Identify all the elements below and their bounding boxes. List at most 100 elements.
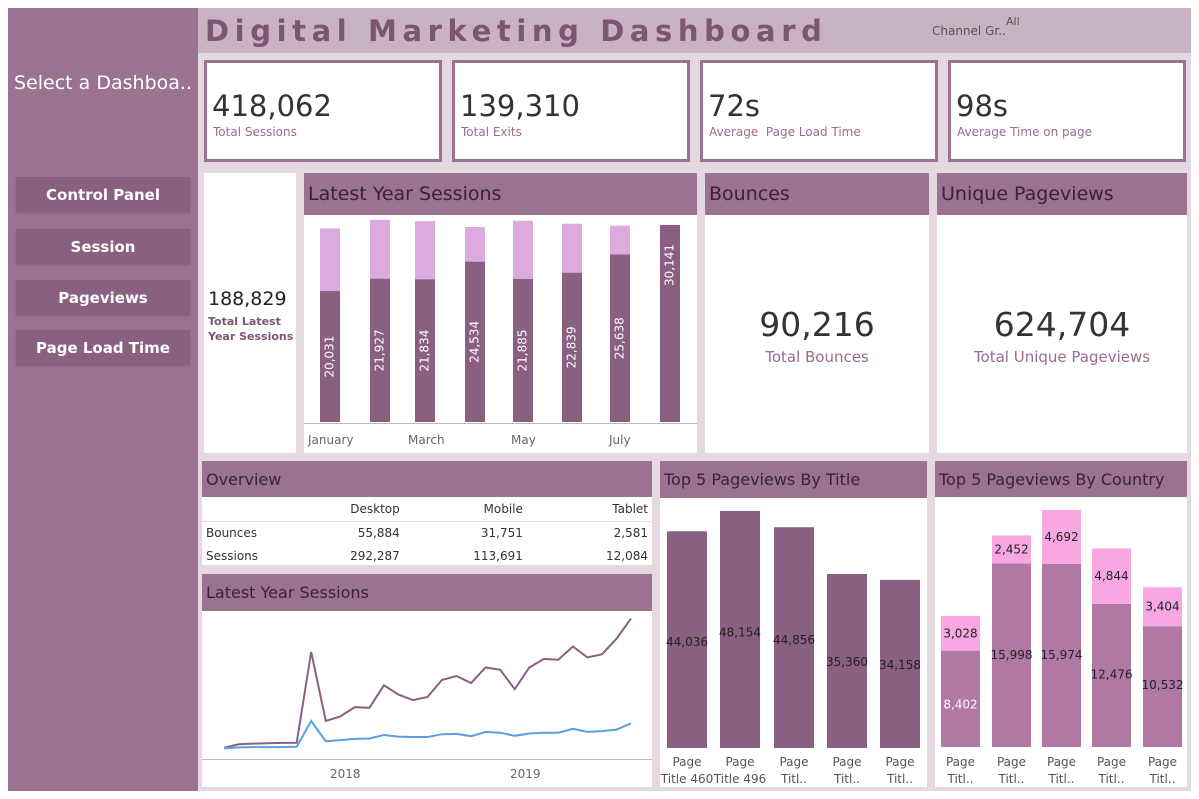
top-title-chart: 44,036 Page Title 460 48,154 Page Title 496 44…	[660, 511, 921, 786]
bar-segment-light	[513, 220, 533, 279]
column-header-mobile: Mobile	[483, 502, 523, 517]
cell: 12,084	[606, 548, 648, 563]
bar-data-label: 20,031	[323, 336, 337, 378]
unique-pageviews-label: Total Unique Pageviews	[973, 348, 1151, 366]
x-tick-label: Page	[946, 755, 975, 769]
top-country-panel-title: Top 5 Pageviews By Country	[935, 461, 1187, 497]
bar-data-label: 30,141	[663, 244, 677, 286]
bar-data-label: 21,834	[418, 330, 432, 372]
x-tick-label: Titl..	[780, 772, 807, 786]
bar-segment-light	[320, 228, 340, 292]
overview-table: Desktop Mobile Tablet Bounces 55,884 31,…	[202, 498, 652, 567]
x-tick-2018: 2018	[330, 767, 361, 781]
bar-segment-light	[370, 219, 390, 279]
column-header	[202, 498, 285, 521]
bar-data-label: 48,154	[719, 626, 761, 640]
bar-data-label: 3,028	[943, 626, 977, 640]
bar-data-label: 3,404	[1145, 600, 1179, 614]
kpi-total-exits: 139,310 Total Exits	[452, 60, 690, 162]
bar-data-label: 12,476	[1091, 667, 1133, 681]
bar-data-label: 22,839	[565, 326, 579, 368]
bar-data-label: 24,534	[468, 321, 482, 363]
top-country-chart: 8,402 3,028 Page Titl.. 15,998 2,452 Page Titl.…	[941, 510, 1184, 786]
axis-divider	[304, 423, 697, 424]
bar-data-label: 10,532	[1142, 678, 1184, 692]
bar-data-label: 21,885	[516, 329, 530, 371]
bounces-panel-title: Bounces	[705, 173, 929, 215]
x-tick-label: Titl..	[886, 772, 913, 786]
top-country-panel: 8,402 3,028 Page Titl.. 15,998 2,452 Page Titl.…	[935, 497, 1187, 787]
top-title-panel-title: Top 5 Pageviews By Title	[660, 461, 927, 498]
page-title: Digital Marketing Dashboard	[205, 14, 828, 48]
bar-data-label: 25,638	[613, 317, 627, 359]
bounces-label: Total Bounces	[765, 348, 869, 366]
x-tick-label: Titl..	[1098, 772, 1125, 786]
table-header-row: Desktop Mobile Tablet	[202, 498, 652, 521]
bar-data-label: 15,998	[991, 648, 1033, 662]
series-line	[223, 719, 632, 750]
nav-button-pageviews[interactable]: Pageviews	[16, 280, 190, 315]
sidebar	[8, 8, 198, 791]
kpi-label: Total Exits	[461, 125, 522, 139]
bar-segment-light	[610, 225, 630, 255]
bar-data-label: 8,402	[943, 697, 977, 711]
nav-button-page-load-time[interactable]: Page Load Time	[16, 330, 190, 365]
sessions-bar-panel: 20,031 21,927 21,834 24,534 21,885 22,839 25,6…	[304, 215, 697, 453]
kpi-avg-page-load-time: 72s Average Page Load Time	[700, 60, 938, 162]
bar-data-label: 21,927	[373, 329, 387, 371]
x-tick-label: Page	[1047, 755, 1076, 769]
column-header-desktop: Desktop	[350, 502, 400, 517]
x-tick-label: Titl..	[998, 772, 1025, 786]
nav-button-control-panel[interactable]: Control Panel	[16, 177, 190, 212]
bar-data-label: 34,158	[879, 658, 921, 672]
axis-divider	[202, 759, 652, 760]
sessions-bar-panel-title: Latest Year Sessions	[304, 173, 697, 215]
x-tick-label: Titl..	[833, 772, 860, 786]
x-tick-2019: 2019	[510, 767, 541, 781]
kpi-value: 139,310	[460, 89, 580, 123]
cell: 2,581	[613, 525, 648, 540]
x-tick-march: March	[408, 433, 445, 447]
sessions-line-chart	[223, 618, 632, 750]
x-tick-label: Title 496	[713, 772, 766, 786]
bar-segment-light	[415, 221, 435, 280]
x-tick-label: Page	[997, 755, 1026, 769]
table-row: Bounces 55,884 31,751 2,581	[202, 521, 652, 544]
cell: 55,884	[357, 525, 400, 540]
kpi-value: 98s	[956, 89, 1009, 123]
latest-sessions-card	[204, 173, 296, 453]
sessions-line-panel	[202, 611, 652, 787]
cell: 113,691	[473, 548, 523, 563]
bar-data-label: 15,974	[1041, 648, 1083, 662]
overview-panel-title: Overview	[202, 461, 652, 497]
x-tick-label: Page	[725, 755, 754, 769]
nav-button-session[interactable]: Session	[16, 229, 190, 264]
kpi-total-sessions: 418,062 Total Sessions	[204, 60, 442, 162]
kpi-avg-time-on-page: 98s Average Time on page	[948, 60, 1186, 162]
latest-sessions-label: Total Latest Year Sessions	[208, 315, 294, 343]
x-tick-label: Page	[832, 755, 861, 769]
kpi-label: Total Sessions	[213, 125, 297, 139]
x-tick-label: Titl..	[1149, 772, 1176, 786]
x-tick-january: January	[308, 433, 354, 447]
x-tick-label: Page	[1148, 755, 1177, 769]
x-tick-label: Titl..	[947, 772, 974, 786]
sessions-bar-chart: 20,031 21,927 21,834 24,534 21,885 22,839 25,6…	[320, 219, 680, 422]
x-tick-label: Title 460	[660, 772, 713, 786]
series-line	[223, 618, 632, 749]
bar-data-label: 44,856	[773, 633, 815, 647]
table-row: Sessions 292,287 113,691 12,084	[202, 544, 652, 567]
kpi-label: Average Time on page	[957, 125, 1093, 139]
channel-filter-value[interactable]: All	[1006, 15, 1020, 28]
bar-data-label: 4,692	[1044, 530, 1078, 544]
bar-data-label: 4,844	[1094, 569, 1128, 583]
bar-data-label: 44,036	[666, 635, 708, 649]
x-tick-july: July	[609, 433, 631, 447]
overview-panel: Desktop Mobile Tablet Bounces 55,884 31,…	[202, 497, 652, 565]
x-tick-label: Page	[1097, 755, 1126, 769]
sessions-line-panel-title: Latest Year Sessions	[202, 574, 652, 611]
x-tick-label: Page	[779, 755, 808, 769]
row-label: Sessions	[206, 548, 259, 563]
x-tick-label: Page	[672, 755, 701, 769]
x-tick-label: Titl..	[1048, 772, 1075, 786]
